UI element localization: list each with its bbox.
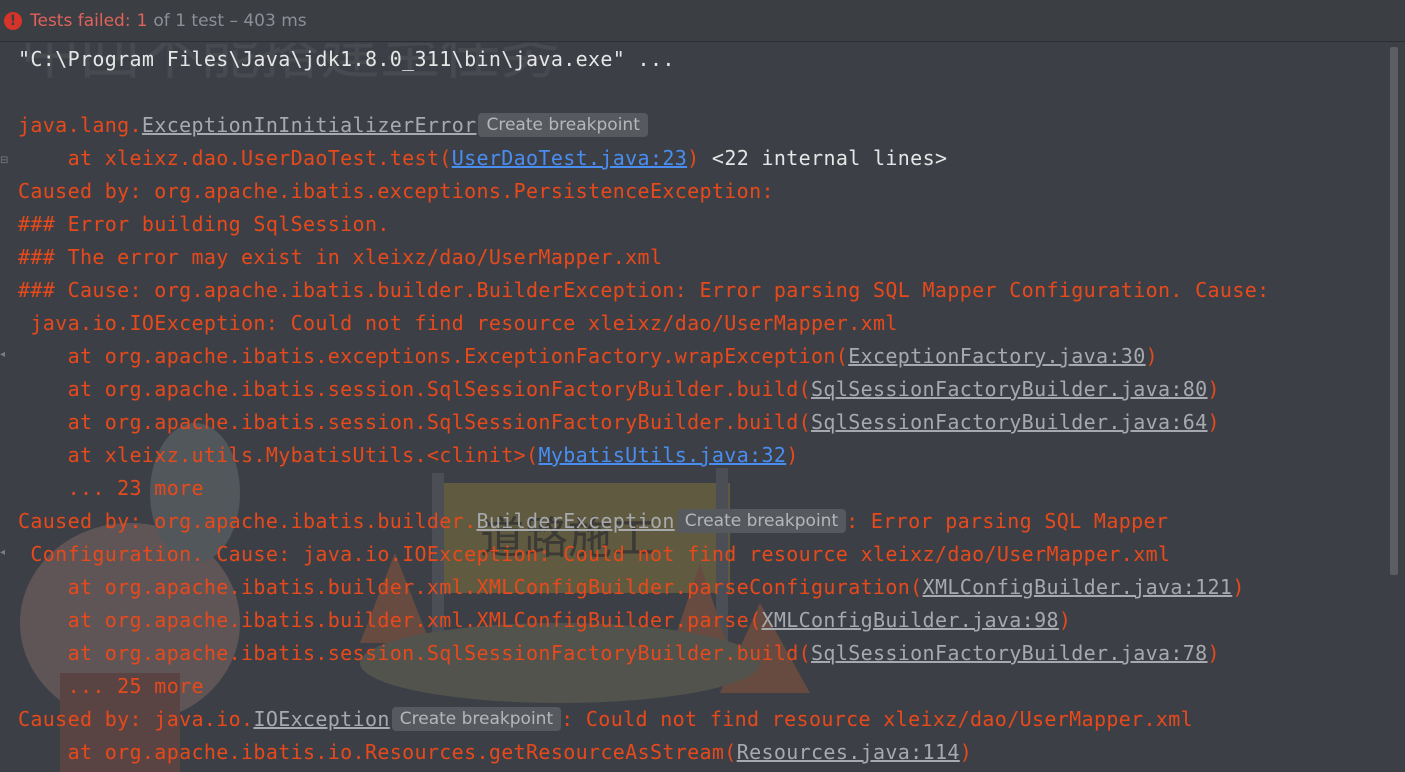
stack-frame: at org.apache.ibatis.session.SqlSessionF… [18,410,1220,434]
source-link[interactable]: MybatisUtils.java:32 [538,443,786,467]
stack-frame: at org.apache.ibatis.exceptions.Exceptio… [18,344,1158,368]
stack-frame: at org.apache.ibatis.session.SqlSessionF… [18,377,1220,401]
error-detail-line: ### Cause: org.apache.ibatis.builder.Bui… [18,278,1270,302]
error-detail-line: Configuration. Cause: java.io.IOExceptio… [18,542,1171,566]
create-breakpoint-button[interactable]: Create breakpoint [676,509,847,533]
stack-frame: at xleixz.dao.UserDaoTest.test(UserDaoTe… [18,146,948,170]
exception-class-link[interactable]: BuilderException [476,509,674,533]
source-link[interactable]: Resources.java:114 [737,740,960,764]
failed-count: 1 [136,10,148,31]
gutter-arrow-icon: ◂ [0,547,6,558]
caused-by-line: Caused by: java.io.IOException Create bre… [18,707,1194,731]
source-link[interactable]: SqlSessionFactoryBuilder.java:64 [811,410,1208,434]
source-link[interactable]: SqlSessionFactoryBuilder.java:78 [811,641,1208,665]
more-frames: ... 25 more [18,674,204,698]
more-frames: ... 23 more [18,476,204,500]
caused-by-line: Caused by: org.apache.ibatis.builder.Bui… [18,509,1169,533]
status-prefix: Tests failed: [30,10,131,31]
stack-frame: at xleixz.utils.MybatisUtils.<clinit>(My… [18,443,799,467]
caused-by-line: Caused by: org.apache.ibatis.exceptions.… [18,179,774,203]
stack-frame: at org.apache.ibatis.builder.xml.XMLConf… [18,575,1245,599]
stack-frame: at org.apache.ibatis.builder.xml.XMLConf… [18,608,1072,632]
source-link[interactable]: XMLConfigBuilder.java:121 [923,575,1233,599]
scrollbar-thumb[interactable] [1390,47,1398,575]
create-breakpoint-button[interactable]: Create breakpoint [391,707,562,731]
exception-class-link[interactable]: IOException [253,707,389,731]
source-link[interactable]: UserDaoTest.java:23 [452,146,687,170]
gutter-arrow-icon: ◂ [0,349,6,360]
create-breakpoint-button[interactable]: Create breakpoint [478,113,648,137]
source-link[interactable]: SqlSessionFactoryBuilder.java:80 [811,377,1208,401]
command-line: "C:\Program Files\Java\jdk1.8.0_311\bin\… [18,47,675,71]
stack-frame: at org.apache.ibatis.session.SqlSessionF… [18,641,1220,665]
test-summary: of 1 test – 403 ms [153,10,307,31]
error-icon: ! [4,11,22,30]
error-detail-line: ### The error may exist in xleixz/dao/Us… [18,245,663,269]
internal-lines-fold[interactable]: <22 internal lines> [712,146,947,170]
test-status-bar: ! Tests failed: 1 of 1 test – 403 ms [0,0,1405,42]
console-output[interactable]: 道路施工 中回不能搭建至任务 "C:\Program Files\Java\jd… [0,43,1388,772]
gutter-fold-icon[interactable]: ⊟ [0,155,10,166]
source-link[interactable]: XMLConfigBuilder.java:98 [761,608,1058,632]
error-detail-line: java.io.IOException: Could not find reso… [18,311,898,335]
error-detail-line: ### Error building SqlSession. [18,212,390,236]
stack-frame: at org.apache.ibatis.io.Resources.getRes… [18,740,973,764]
exception-line: java.lang.ExceptionInInitializerError Cre… [18,109,648,142]
exception-class-link[interactable]: ExceptionInInitializerError [142,113,477,137]
source-link[interactable]: ExceptionFactory.java:30 [848,344,1145,368]
